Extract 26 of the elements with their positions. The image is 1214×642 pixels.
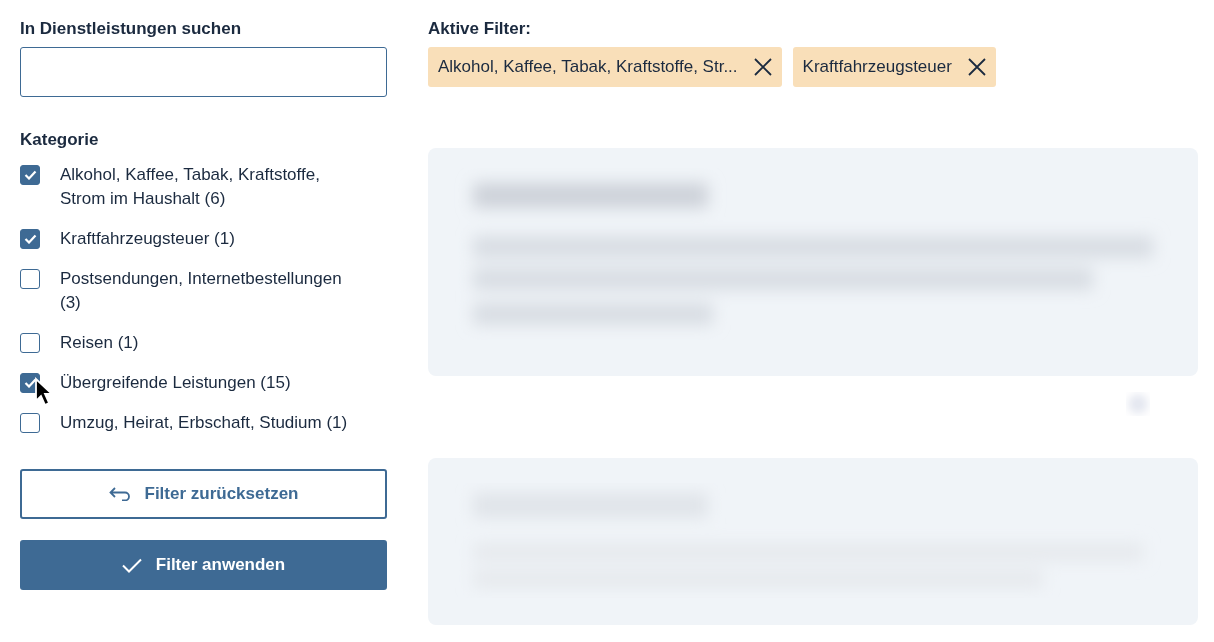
checkbox-label[interactable]: Postsendungen, Internetbestellungen (3) [60, 267, 360, 315]
active-filters-title: Aktive Filter: [428, 18, 532, 40]
category-title: Kategorie [20, 129, 100, 151]
check-icon [121, 557, 142, 573]
search-field[interactable] [20, 47, 387, 97]
checkbox[interactable] [20, 165, 40, 185]
check-icon [23, 234, 37, 244]
check-icon [23, 170, 37, 180]
checkbox[interactable] [20, 229, 40, 249]
checkbox-label[interactable]: Kraftfahrzeugsteuer (1) [60, 227, 360, 251]
close-icon [753, 58, 772, 76]
close-icon [967, 58, 986, 76]
reset-filter-button[interactable]: Filter zurücksetzen [20, 469, 387, 519]
checkbox[interactable] [20, 413, 40, 433]
filter-chip[interactable]: Kraftfahrzeugsteuer [792, 47, 996, 87]
checkbox[interactable] [20, 269, 40, 289]
checkbox[interactable] [20, 333, 40, 353]
apply-filter-button[interactable]: Filter anwenden [20, 540, 387, 590]
undo-icon [108, 487, 131, 501]
filter-chip[interactable]: Alkohol, Kaffee, Tabak, Kraftstoffe, Str... [428, 47, 782, 87]
checkbox-label[interactable]: Umzug, Heirat, Erbschaft, Studium (1) [60, 411, 360, 435]
checkbox-label[interactable]: Übergreifende Leistungen (15) [60, 371, 360, 395]
checkbox-label[interactable]: Alkohol, Kaffee, Tabak, Kraftstoffe, Strom im Haushalt (6) [60, 163, 360, 211]
check-icon [23, 378, 37, 388]
search-label: In Dienstleistungen suchen [20, 18, 243, 40]
checkbox-label[interactable]: Reisen (1) [60, 331, 360, 355]
